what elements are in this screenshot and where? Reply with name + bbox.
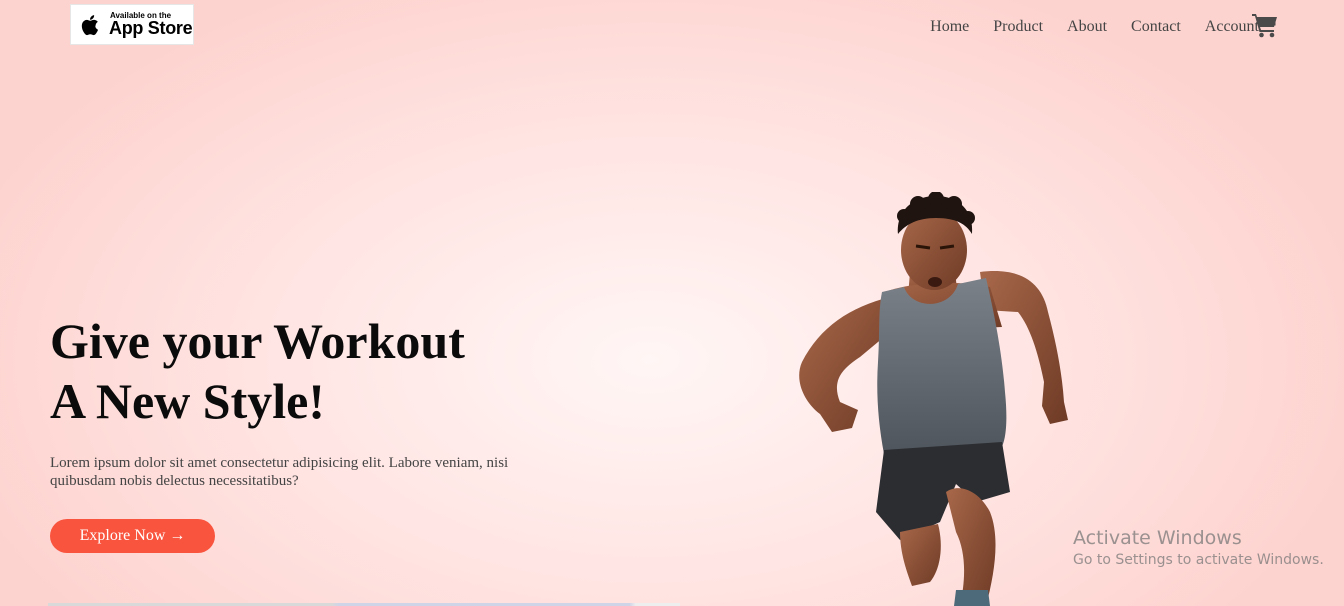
hero-title: Give your Workout A New Style! bbox=[50, 311, 465, 431]
nav-home[interactable]: Home bbox=[930, 17, 969, 37]
hero-title-line2: A New Style! bbox=[50, 373, 325, 429]
windows-watermark-subtitle: Go to Settings to activate Windows. bbox=[1073, 552, 1324, 568]
athlete-image bbox=[799, 192, 1068, 606]
cart-icon[interactable] bbox=[1251, 12, 1279, 38]
hero-title-line1: Give your Workout bbox=[50, 313, 465, 369]
badge-title: App Store bbox=[109, 18, 193, 38]
nav-product[interactable]: Product bbox=[993, 17, 1043, 37]
explore-now-button[interactable]: Explore Now → bbox=[50, 519, 215, 553]
windows-watermark-title: Activate Windows bbox=[1073, 527, 1242, 549]
app-store-badge[interactable]: Available on the App Store bbox=[70, 4, 194, 45]
main-nav: Home Product About Contact Account bbox=[906, 17, 1259, 37]
apple-icon bbox=[81, 15, 98, 36]
hero-description: Lorem ipsum dolor sit amet consectetur a… bbox=[50, 455, 509, 489]
nav-contact[interactable]: Contact bbox=[1131, 17, 1181, 37]
nav-about[interactable]: About bbox=[1067, 17, 1107, 37]
